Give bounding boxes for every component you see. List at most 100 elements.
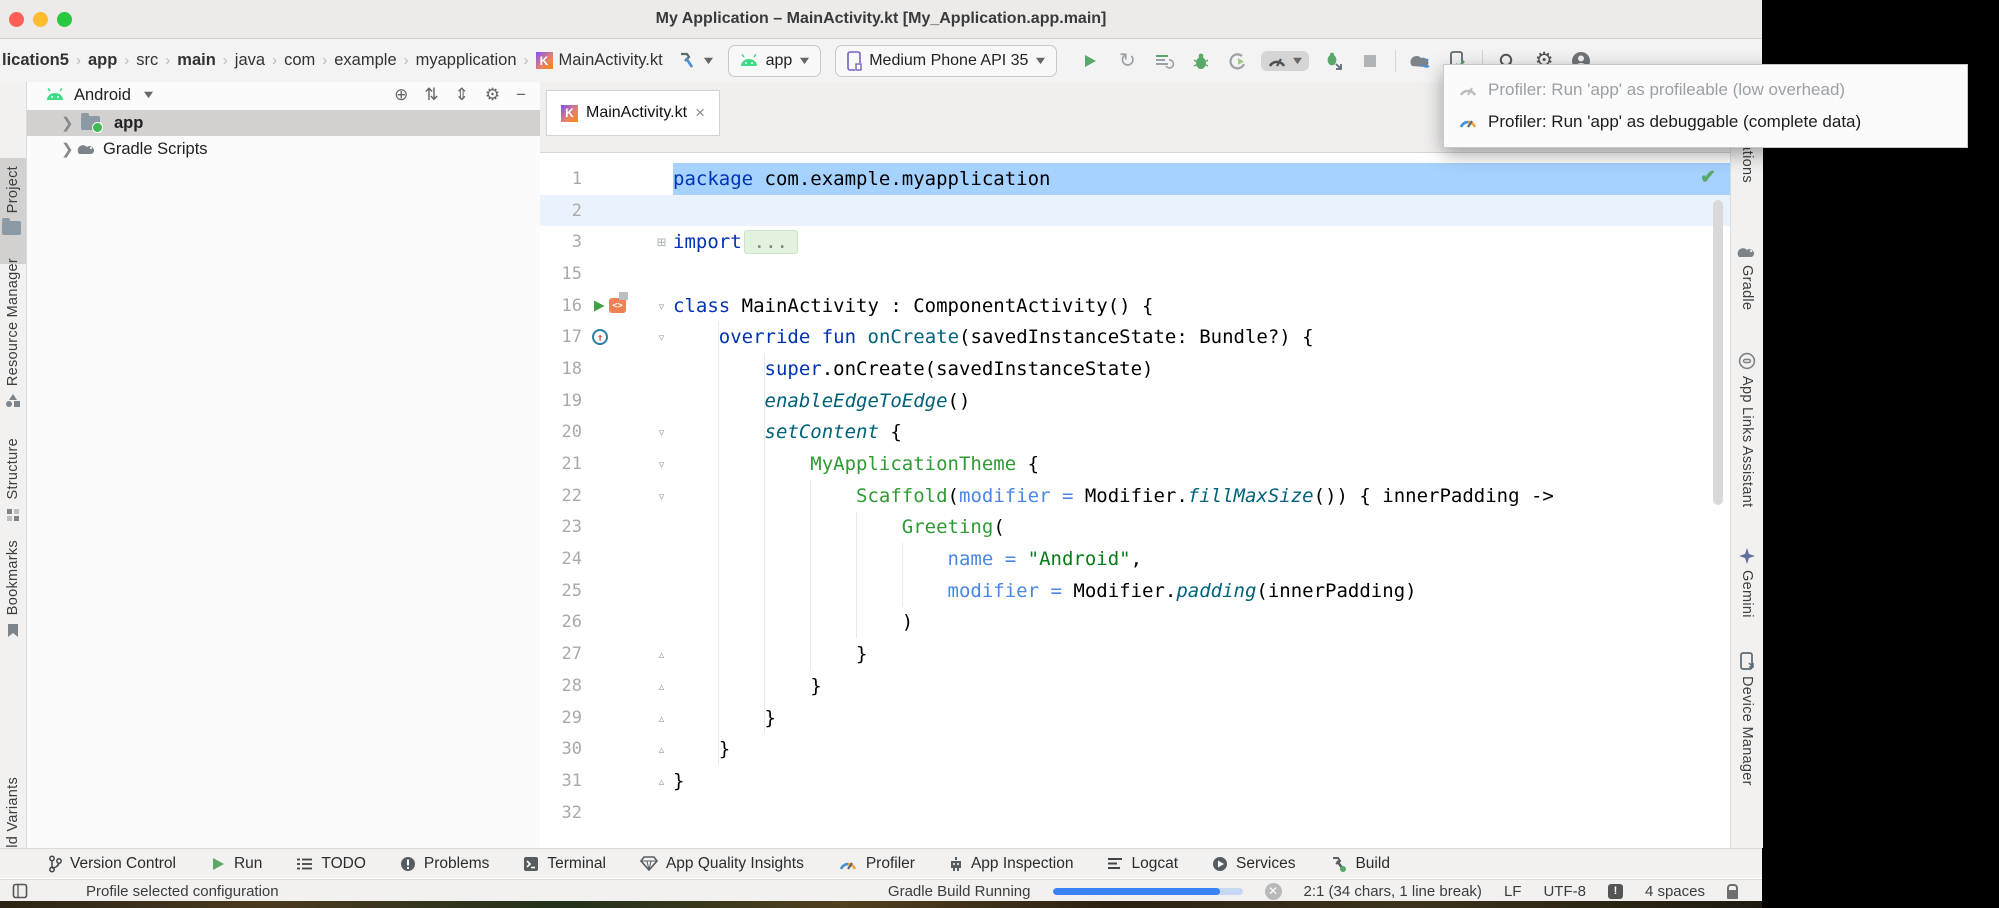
tree-item-gradle-scripts[interactable]: ❯Gradle Scripts [27,136,540,162]
fold-marker[interactable]: ▿ [650,328,673,346]
tool-window-button-profiler[interactable]: Profiler [838,855,915,873]
fold-marker[interactable]: ▵ [650,772,673,790]
tool-window-button-terminal[interactable]: Terminal [523,855,606,873]
inspection-ok-icon[interactable]: ✔ [1700,166,1716,189]
notification-icon[interactable]: ! [1608,884,1623,899]
encoding-indicator[interactable]: UTF-8 [1543,883,1586,900]
tool-window-button-problems[interactable]: Problems [400,855,489,873]
breadcrumb-item[interactable]: lication5 [2,51,69,70]
breadcrumb-item[interactable]: example [334,51,396,70]
fold-marker[interactable]: ▵ [650,645,673,663]
tool-window-button-run[interactable]: Run [210,855,262,873]
breadcrumb-item[interactable]: src [136,51,158,70]
device-select[interactable]: Medium Phone API 35 ▼ [835,45,1057,77]
fold-marker[interactable]: ▵ [650,740,673,758]
code-line-30[interactable]: 30▵} [540,733,1730,765]
code-line-32[interactable]: 32 [540,797,1730,829]
code-line-26[interactable]: 26) [540,607,1730,639]
code-line-23[interactable]: 23Greeting( [540,512,1730,544]
debug-button[interactable] [1188,48,1214,74]
code-line-24[interactable]: 24name = "Android", [540,543,1730,575]
tool-window-button-todo[interactable]: TODO [296,855,366,873]
profiler-button[interactable]: ▼ [1261,51,1309,71]
sidebar-item-gradle[interactable]: Gradle [1731,245,1763,310]
sidebar-item-project[interactable]: Project [0,166,26,235]
breadcrumb-item[interactable]: MainActivity.kt [559,51,663,70]
code-line-18[interactable]: 18super.onCreate(savedInstanceState) [540,353,1730,385]
fold-marker[interactable]: ▵ [650,709,673,727]
run-configuration-select[interactable]: app ▼ [728,45,822,77]
code-line-28[interactable]: 28▵} [540,670,1730,702]
fold-marker[interactable]: ▵ [650,677,673,695]
chevron-down-icon[interactable]: ▼ [141,89,156,101]
code-line-17[interactable]: 17↑▿override fun onCreate(savedInstanceS… [540,321,1730,353]
lock-icon[interactable] [1727,890,1738,899]
tree-item-app[interactable]: ❯app [27,110,540,136]
tool-window-button-app-inspection[interactable]: App Inspection [949,855,1074,873]
sidebar-item-bookmarks[interactable]: Bookmarks [0,540,26,638]
code-line-2[interactable]: 2 [540,195,1730,227]
menu-item-profiler-debuggable[interactable]: Profiler: Run 'app' as debuggable (compl… [1444,108,1967,136]
breadcrumb-item[interactable]: app [88,51,117,70]
code-line-3[interactable]: 3⊞import... [540,226,1730,258]
sidebar-item-structure[interactable]: Structure [0,438,26,522]
line-ending-indicator[interactable]: LF [1504,883,1522,900]
chevron-right-icon[interactable]: ❯ [61,114,77,132]
rerun-icon[interactable]: ↻ [1114,48,1140,74]
code-text: } [673,702,1730,734]
editor-scrollbar[interactable] [1713,200,1723,505]
tab-mainactivity[interactable]: K MainActivity.kt × [546,90,720,136]
collapse-all-icon[interactable]: ⇕ [455,85,469,105]
hide-panel-icon[interactable]: − [516,85,526,105]
gear-icon[interactable]: ⚙ [485,85,500,105]
apply-changes-icon[interactable] [1225,48,1251,74]
code-line-16[interactable]: 16<>▿class MainActivity : ComponentActiv… [540,290,1730,322]
gradle-sync-icon[interactable] [1407,48,1433,74]
sidebar-item-app-links-assistant[interactable]: App Links Assistant [1731,352,1763,507]
menu-item-profiler-profileable[interactable]: Profiler: Run 'app' as profileable (low … [1444,76,1967,104]
stop-button[interactable] [1357,48,1383,74]
fold-marker[interactable]: ▿ [650,423,673,441]
fold-marker[interactable]: ▿ [650,455,673,473]
breadcrumb-item[interactable]: java [235,51,265,70]
sidebar-item-device-manager[interactable]: Device Manager [1731,652,1763,786]
expand-all-icon[interactable]: ⇅ [424,85,438,105]
code-editor[interactable]: 1package com.example.myapplication23⊞imp… [540,153,1730,848]
code-line-1[interactable]: 1package com.example.myapplication [540,163,1730,195]
locate-icon[interactable]: ⊕ [394,85,408,105]
coverage-icon[interactable] [1151,48,1177,74]
code-line-27[interactable]: 27▵} [540,638,1730,670]
close-tab-icon[interactable]: × [695,103,705,123]
attach-debugger-icon[interactable] [1320,48,1346,74]
project-view-selector[interactable]: Android [74,86,131,105]
tool-window-button-logcat[interactable]: Logcat [1107,855,1178,873]
code-line-15[interactable]: 15 [540,258,1730,290]
fold-marker[interactable]: ⊞ [650,233,673,251]
tool-window-button-app-quality-insights[interactable]: App Quality Insights [640,855,804,873]
fold-marker[interactable]: ▿ [650,297,673,315]
tool-window-button-build[interactable]: Build [1329,855,1389,873]
build-hammer-icon[interactable] [674,48,700,74]
cancel-task-icon[interactable]: ✕ [1265,883,1282,900]
breadcrumb-item[interactable]: com [284,51,315,70]
code-line-25[interactable]: 25modifier = Modifier.padding(innerPaddi… [540,575,1730,607]
sidebar-item-resource-manager[interactable]: Resource Manager [0,258,26,408]
code-line-19[interactable]: 19enableEdgeToEdge() [540,385,1730,417]
code-line-22[interactable]: 22▿Scaffold(modifier = Modifier.fillMaxS… [540,480,1730,512]
indent-indicator[interactable]: 4 spaces [1645,883,1705,900]
chevron-down-icon[interactable]: ▼ [701,55,716,67]
breadcrumb-item[interactable]: myapplication [416,51,517,70]
tool-window-button-services[interactable]: Services [1212,855,1295,873]
breadcrumb-item[interactable]: main [177,51,216,70]
run-button[interactable] [1077,48,1103,74]
tool-window-button-version-control[interactable]: Version Control [48,855,176,873]
fold-marker[interactable]: ▿ [650,487,673,505]
layout-icon[interactable] [12,883,28,899]
code-line-29[interactable]: 29▵} [540,702,1730,734]
code-line-31[interactable]: 31▵} [540,765,1730,797]
code-line-21[interactable]: 21▿MyApplicationTheme { [540,448,1730,480]
sidebar-item-gemini[interactable]: Gemini [1731,548,1763,618]
code-line-20[interactable]: 20▿setContent { [540,417,1730,449]
caret-position[interactable]: 2:1 (34 chars, 1 line break) [1304,883,1482,900]
chevron-right-icon[interactable]: ❯ [61,140,77,158]
